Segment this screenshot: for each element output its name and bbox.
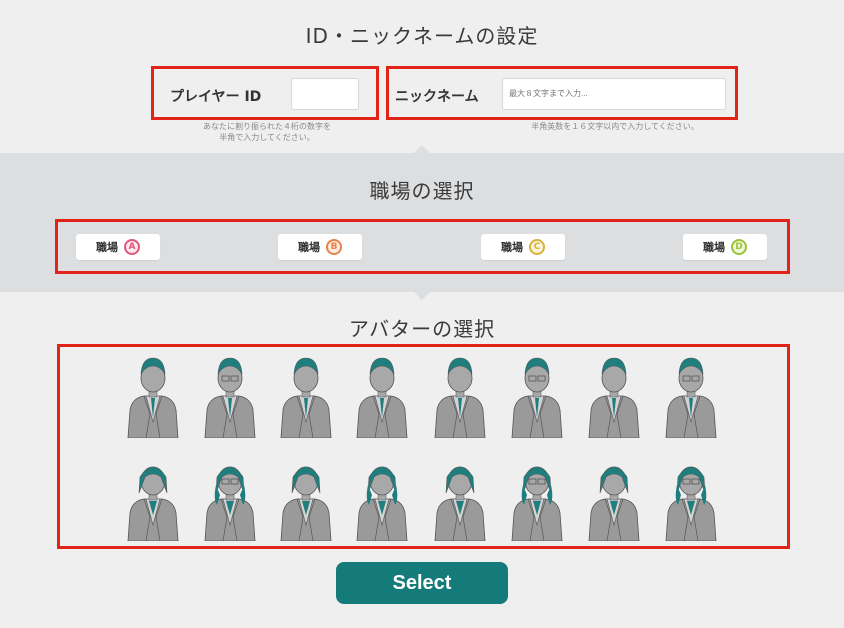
female-avatar-icon [665,466,717,542]
workplace-b-label: 職場 [298,241,320,254]
player-id-label: プレイヤー ID [170,89,262,105]
avatar-male-8[interactable] [658,352,724,439]
avatar-male-3[interactable] [273,352,339,439]
avatar-female-2[interactable] [197,455,263,542]
avatar-female-1[interactable] [120,455,186,542]
male-avatar-icon [204,357,256,439]
workplace-section-title: 職場の選択 [369,179,475,203]
male-avatar-icon [127,357,179,439]
avatar-male-7[interactable] [581,352,647,439]
workplace-highlight [55,219,790,274]
female-avatar-icon [588,466,640,542]
male-avatar-icon [356,357,408,439]
avatar-male-4[interactable] [349,352,415,439]
workplace-b-button[interactable]: 職場 B [278,234,362,260]
player-id-input[interactable] [291,78,359,110]
avatar-female-8[interactable] [658,455,724,542]
avatar-male-2[interactable] [197,352,263,439]
male-avatar-icon [511,357,563,439]
nickname-hint: 半角英数を１６文字以内で入力してください。 [531,122,699,131]
male-avatar-icon [665,357,717,439]
workplace-a-label: 職場 [96,241,118,254]
player-id-hint: あなたに割り振られた４桁の数字を 半角で入力してください。 [162,121,372,143]
player-id-hint-line-2: 半角で入力してください。 [219,133,315,142]
id-section-title: ID・ニックネームの設定 [305,24,539,48]
avatar-female-5[interactable] [427,455,493,542]
select-button[interactable]: Select [336,562,508,604]
workplace-c-button[interactable]: 職場 C [481,234,565,260]
avatar-female-6[interactable] [504,455,570,542]
male-avatar-icon [588,357,640,439]
workplace-b-badge: B [326,239,342,255]
band-top-notch [414,145,430,153]
nickname-label: ニックネーム [395,89,479,105]
avatar-female-4[interactable] [349,455,415,542]
workplace-a-badge: A [124,239,140,255]
female-avatar-icon [434,466,486,542]
workplace-a-button[interactable]: 職場 A [76,234,160,260]
workplace-d-label: 職場 [703,241,725,254]
male-avatar-icon [434,357,486,439]
female-avatar-icon [280,466,332,542]
workplace-c-badge: C [529,239,545,255]
nickname-input[interactable] [502,78,726,110]
male-avatar-icon [280,357,332,439]
avatar-female-7[interactable] [581,455,647,542]
female-avatar-icon [127,466,179,542]
avatar-female-3[interactable] [273,455,339,542]
avatar-male-1[interactable] [120,352,186,439]
band-bottom-notch [414,292,430,300]
workplace-d-badge: D [731,239,747,255]
workplace-d-button[interactable]: 職場 D [683,234,767,260]
workplace-c-label: 職場 [501,241,523,254]
female-avatar-icon [356,466,408,542]
avatar-male-6[interactable] [504,352,570,439]
player-id-hint-line-1: あなたに割り振られた４桁の数字を [203,122,331,131]
female-avatar-icon [204,466,256,542]
avatar-section-title: アバターの選択 [348,317,496,341]
avatar-male-5[interactable] [427,352,493,439]
female-avatar-icon [511,466,563,542]
